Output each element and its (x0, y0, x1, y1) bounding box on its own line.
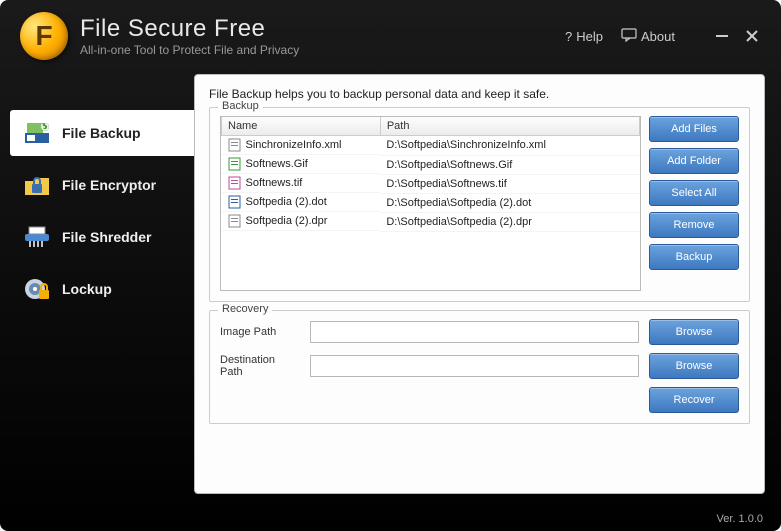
body: File Backup File Encryptor File Shredder… (0, 64, 781, 502)
file-name-cell: Softpedia (2).dpr (222, 212, 381, 231)
backup-button[interactable]: Backup (649, 244, 739, 270)
sidebar-item-label: File Backup (62, 125, 141, 141)
file-table[interactable]: Name Path SinchronizeInfo.xml D:\Softpedi… (220, 116, 641, 291)
description-text: File Backup helps you to backup personal… (209, 87, 750, 101)
app-title: File Secure Free (80, 15, 565, 43)
table-row[interactable]: SinchronizeInfo.xml D:\Softpedia\Sinchron… (222, 136, 640, 156)
backup-legend: Backup (218, 100, 263, 112)
file-icon (228, 176, 242, 190)
sidebar-item-label: File Encryptor (62, 177, 156, 193)
destination-path-label: Destination Path (220, 354, 300, 378)
app-window: F File Secure Free All-in-one Tool to Pr… (0, 0, 781, 531)
add-folder-button[interactable]: Add Folder (649, 148, 739, 174)
sidebar-item-file-encryptor[interactable]: File Encryptor (10, 162, 194, 208)
column-path[interactable]: Path (380, 117, 639, 136)
file-path: D:\Softpedia\Softpedia (2).dpr (380, 212, 639, 231)
table-row[interactable]: Softpedia (2).dpr D:\Softpedia\Softpedia … (222, 212, 640, 231)
shredder-icon (22, 224, 52, 250)
sidebar-item-label: File Shredder (62, 229, 151, 245)
file-path: D:\Softpedia\Softnews.Gif (380, 155, 639, 174)
title-block: File Secure Free All-in-one Tool to Prot… (80, 15, 565, 57)
disk-lock-icon (22, 276, 52, 302)
file-path: D:\Softpedia\Softnews.tif (380, 174, 639, 193)
recover-button[interactable]: Recover (649, 387, 739, 413)
help-label: Help (576, 29, 603, 44)
sidebar: File Backup File Encryptor File Shredder… (10, 74, 194, 494)
main-panel: File Backup helps you to backup personal… (194, 74, 765, 494)
backup-fieldset: Backup Name Path SinchronizeInfo.xml D:\S… (209, 107, 750, 302)
file-name: SinchronizeInfo.xml (246, 139, 342, 151)
image-path-label: Image Path (220, 326, 300, 338)
header: F File Secure Free All-in-one Tool to Pr… (0, 0, 781, 64)
table-row[interactable]: Softpedia (2).dot D:\Softpedia\Softpedia … (222, 193, 640, 212)
sidebar-item-file-shredder[interactable]: File Shredder (10, 214, 194, 260)
file-name-cell: SinchronizeInfo.xml (222, 136, 381, 155)
help-icon: ? (565, 29, 572, 44)
backup-buttons: Add Files Add Folder Select All Remove B… (649, 116, 739, 291)
file-icon (228, 214, 242, 228)
minimize-button[interactable] (713, 29, 731, 43)
table-row[interactable]: Softnews.tif D:\Softpedia\Softnews.tif (222, 174, 640, 193)
window-controls (713, 29, 761, 43)
recovery-fieldset: Recovery Image Path Browse Destination P… (209, 310, 750, 424)
top-links: ? Help About (565, 28, 761, 45)
sidebar-item-label: Lockup (62, 281, 112, 297)
file-name: Softpedia (2).dot (246, 196, 327, 208)
file-path: D:\Softpedia\Softpedia (2).dot (380, 193, 639, 212)
browse-destination-button[interactable]: Browse (649, 353, 739, 379)
sidebar-item-lockup[interactable]: Lockup (10, 266, 194, 312)
help-link[interactable]: ? Help (565, 29, 603, 44)
table-row[interactable]: Softnews.Gif D:\Softpedia\Softnews.Gif (222, 155, 640, 174)
browse-image-button[interactable]: Browse (649, 319, 739, 345)
about-label: About (641, 29, 675, 44)
column-name[interactable]: Name (222, 117, 381, 136)
select-all-button[interactable]: Select All (649, 180, 739, 206)
file-path: D:\Softpedia\SinchronizeInfo.xml (380, 136, 639, 156)
backup-icon (22, 120, 52, 146)
file-name: Softpedia (2).dpr (246, 215, 328, 227)
file-icon (228, 138, 242, 152)
destination-path-input[interactable] (310, 355, 639, 377)
app-logo-icon: F (20, 12, 68, 60)
sidebar-item-file-backup[interactable]: File Backup (10, 110, 194, 156)
add-files-button[interactable]: Add Files (649, 116, 739, 142)
file-name: Softnews.Gif (246, 158, 308, 170)
version-text: Ver. 1.0.0 (717, 513, 763, 525)
file-name: Softnews.tif (246, 177, 303, 189)
file-name-cell: Softpedia (2).dot (222, 193, 381, 212)
speech-icon (621, 28, 637, 45)
app-subtitle: All-in-one Tool to Protect File and Priv… (80, 43, 565, 57)
close-button[interactable] (743, 29, 761, 43)
about-link[interactable]: About (621, 28, 675, 45)
recovery-legend: Recovery (218, 303, 272, 315)
remove-button[interactable]: Remove (649, 212, 739, 238)
lock-folder-icon (22, 172, 52, 198)
file-icon (228, 157, 242, 171)
file-name-cell: Softnews.Gif (222, 155, 381, 174)
file-icon (228, 195, 242, 209)
image-path-input[interactable] (310, 321, 639, 343)
file-name-cell: Softnews.tif (222, 174, 381, 193)
